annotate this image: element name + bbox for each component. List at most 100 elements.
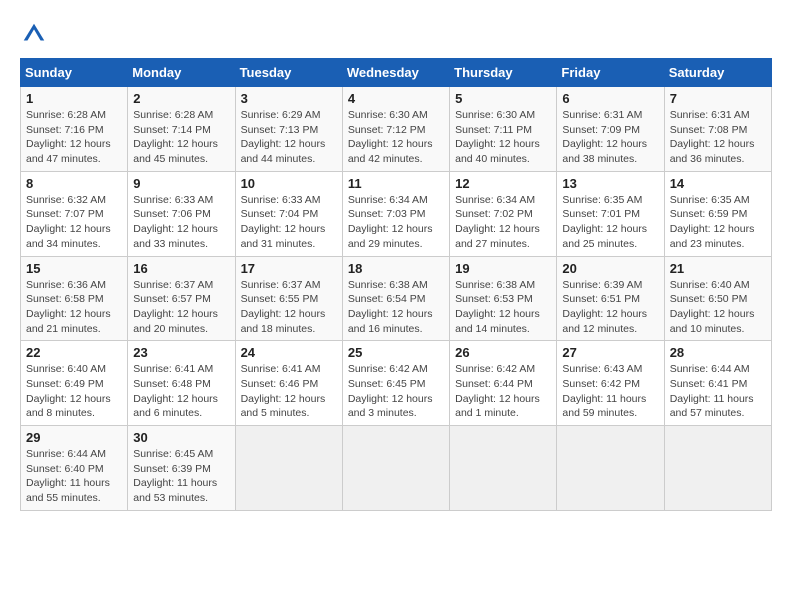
calendar-cell: 18 Sunrise: 6:38 AMSunset: 6:54 PMDayligh… <box>342 256 449 341</box>
day-info: Sunrise: 6:40 AMSunset: 6:50 PMDaylight:… <box>670 279 755 335</box>
day-number: 25 <box>348 345 444 360</box>
calendar-cell: 20 Sunrise: 6:39 AMSunset: 6:51 PMDayligh… <box>557 256 664 341</box>
calendar-week-5: 29 Sunrise: 6:44 AMSunset: 6:40 PMDayligh… <box>21 426 772 511</box>
calendar-cell: 12 Sunrise: 6:34 AMSunset: 7:02 PMDayligh… <box>450 171 557 256</box>
day-number: 21 <box>670 261 766 276</box>
calendar-cell <box>450 426 557 511</box>
weekday-header-saturday: Saturday <box>664 59 771 87</box>
day-info: Sunrise: 6:41 AMSunset: 6:46 PMDaylight:… <box>241 363 326 419</box>
day-info: Sunrise: 6:34 AMSunset: 7:03 PMDaylight:… <box>348 194 433 250</box>
day-info: Sunrise: 6:42 AMSunset: 6:45 PMDaylight:… <box>348 363 433 419</box>
calendar-week-4: 22 Sunrise: 6:40 AMSunset: 6:49 PMDayligh… <box>21 341 772 426</box>
day-info: Sunrise: 6:30 AMSunset: 7:12 PMDaylight:… <box>348 109 433 165</box>
calendar-week-2: 8 Sunrise: 6:32 AMSunset: 7:07 PMDaylight… <box>21 171 772 256</box>
logo <box>20 20 52 48</box>
day-number: 16 <box>133 261 229 276</box>
calendar-cell: 27 Sunrise: 6:43 AMSunset: 6:42 PMDayligh… <box>557 341 664 426</box>
calendar-table: SundayMondayTuesdayWednesdayThursdayFrid… <box>20 58 772 511</box>
calendar-cell: 23 Sunrise: 6:41 AMSunset: 6:48 PMDayligh… <box>128 341 235 426</box>
weekday-header-wednesday: Wednesday <box>342 59 449 87</box>
calendar-cell: 16 Sunrise: 6:37 AMSunset: 6:57 PMDayligh… <box>128 256 235 341</box>
day-info: Sunrise: 6:41 AMSunset: 6:48 PMDaylight:… <box>133 363 218 419</box>
day-number: 9 <box>133 176 229 191</box>
day-info: Sunrise: 6:40 AMSunset: 6:49 PMDaylight:… <box>26 363 111 419</box>
day-info: Sunrise: 6:44 AMSunset: 6:40 PMDaylight:… <box>26 448 110 504</box>
calendar-cell: 11 Sunrise: 6:34 AMSunset: 7:03 PMDayligh… <box>342 171 449 256</box>
day-number: 14 <box>670 176 766 191</box>
logo-icon <box>20 20 48 48</box>
day-number: 15 <box>26 261 122 276</box>
day-info: Sunrise: 6:43 AMSunset: 6:42 PMDaylight:… <box>562 363 646 419</box>
calendar-week-1: 1 Sunrise: 6:28 AMSunset: 7:16 PMDaylight… <box>21 87 772 172</box>
calendar-cell: 3Sunrise: 6:29 AMSunset: 7:13 PMDaylight… <box>235 87 342 172</box>
calendar-cell: 19Sunrise: 6:38 AMSunset: 6:53 PMDayligh… <box>450 256 557 341</box>
calendar-cell: 26 Sunrise: 6:42 AMSunset: 6:44 PMDayligh… <box>450 341 557 426</box>
calendar-cell: 22 Sunrise: 6:40 AMSunset: 6:49 PMDayligh… <box>21 341 128 426</box>
day-number: 1 <box>26 91 122 106</box>
day-number: 8 <box>26 176 122 191</box>
day-info: Sunrise: 6:32 AMSunset: 7:07 PMDaylight:… <box>26 194 111 250</box>
day-info: Sunrise: 6:33 AMSunset: 7:04 PMDaylight:… <box>241 194 326 250</box>
day-number: 11 <box>348 176 444 191</box>
calendar-cell: 28Sunrise: 6:44 AMSunset: 6:41 PMDayligh… <box>664 341 771 426</box>
weekday-header-friday: Friday <box>557 59 664 87</box>
day-number: 24 <box>241 345 337 360</box>
day-number: 20 <box>562 261 658 276</box>
day-info: Sunrise: 6:30 AMSunset: 7:11 PMDaylight:… <box>455 109 540 165</box>
day-info: Sunrise: 6:28 AMSunset: 7:16 PMDaylight:… <box>26 109 111 165</box>
day-info: Sunrise: 6:38 AMSunset: 6:54 PMDaylight:… <box>348 279 433 335</box>
day-number: 27 <box>562 345 658 360</box>
day-number: 6 <box>562 91 658 106</box>
day-number: 10 <box>241 176 337 191</box>
calendar-cell <box>557 426 664 511</box>
calendar-cell: 5 Sunrise: 6:30 AMSunset: 7:11 PMDaylight… <box>450 87 557 172</box>
day-info: Sunrise: 6:28 AMSunset: 7:14 PMDaylight:… <box>133 109 218 165</box>
calendar-cell: 4 Sunrise: 6:30 AMSunset: 7:12 PMDaylight… <box>342 87 449 172</box>
day-info: Sunrise: 6:35 AMSunset: 6:59 PMDaylight:… <box>670 194 755 250</box>
day-info: Sunrise: 6:34 AMSunset: 7:02 PMDaylight:… <box>455 194 540 250</box>
calendar-cell <box>664 426 771 511</box>
weekday-header-sunday: Sunday <box>21 59 128 87</box>
calendar-cell: 13Sunrise: 6:35 AMSunset: 7:01 PMDayligh… <box>557 171 664 256</box>
day-number: 28 <box>670 345 766 360</box>
weekday-header-tuesday: Tuesday <box>235 59 342 87</box>
calendar-cell: 29 Sunrise: 6:44 AMSunset: 6:40 PMDayligh… <box>21 426 128 511</box>
day-number: 30 <box>133 430 229 445</box>
calendar-cell: 30 Sunrise: 6:45 AMSunset: 6:39 PMDayligh… <box>128 426 235 511</box>
day-number: 23 <box>133 345 229 360</box>
calendar-cell: 24 Sunrise: 6:41 AMSunset: 6:46 PMDayligh… <box>235 341 342 426</box>
day-number: 19 <box>455 261 551 276</box>
calendar-cell: 7Sunrise: 6:31 AMSunset: 7:08 PMDaylight… <box>664 87 771 172</box>
day-info: Sunrise: 6:42 AMSunset: 6:44 PMDaylight:… <box>455 363 540 419</box>
calendar-cell: 21 Sunrise: 6:40 AMSunset: 6:50 PMDayligh… <box>664 256 771 341</box>
day-info: Sunrise: 6:36 AMSunset: 6:58 PMDaylight:… <box>26 279 111 335</box>
calendar-cell <box>342 426 449 511</box>
weekday-header-monday: Monday <box>128 59 235 87</box>
day-number: 29 <box>26 430 122 445</box>
day-number: 5 <box>455 91 551 106</box>
day-info: Sunrise: 6:29 AMSunset: 7:13 PMDaylight:… <box>241 109 326 165</box>
day-number: 22 <box>26 345 122 360</box>
day-info: Sunrise: 6:33 AMSunset: 7:06 PMDaylight:… <box>133 194 218 250</box>
calendar-cell: 6 Sunrise: 6:31 AMSunset: 7:09 PMDaylight… <box>557 87 664 172</box>
calendar-cell: 2 Sunrise: 6:28 AMSunset: 7:14 PMDaylight… <box>128 87 235 172</box>
day-number: 12 <box>455 176 551 191</box>
day-info: Sunrise: 6:37 AMSunset: 6:55 PMDaylight:… <box>241 279 326 335</box>
day-number: 2 <box>133 91 229 106</box>
day-info: Sunrise: 6:35 AMSunset: 7:01 PMDaylight:… <box>562 194 647 250</box>
calendar-cell: 25 Sunrise: 6:42 AMSunset: 6:45 PMDayligh… <box>342 341 449 426</box>
calendar-cell: 8 Sunrise: 6:32 AMSunset: 7:07 PMDaylight… <box>21 171 128 256</box>
day-number: 26 <box>455 345 551 360</box>
day-info: Sunrise: 6:45 AMSunset: 6:39 PMDaylight:… <box>133 448 217 504</box>
day-number: 4 <box>348 91 444 106</box>
day-info: Sunrise: 6:37 AMSunset: 6:57 PMDaylight:… <box>133 279 218 335</box>
calendar-cell: 10 Sunrise: 6:33 AMSunset: 7:04 PMDayligh… <box>235 171 342 256</box>
calendar-cell <box>235 426 342 511</box>
calendar-cell: 14 Sunrise: 6:35 AMSunset: 6:59 PMDayligh… <box>664 171 771 256</box>
calendar-cell: 17Sunrise: 6:37 AMSunset: 6:55 PMDayligh… <box>235 256 342 341</box>
page-header <box>20 20 772 48</box>
day-info: Sunrise: 6:31 AMSunset: 7:09 PMDaylight:… <box>562 109 647 165</box>
day-info: Sunrise: 6:39 AMSunset: 6:51 PMDaylight:… <box>562 279 647 335</box>
calendar-cell: 15 Sunrise: 6:36 AMSunset: 6:58 PMDayligh… <box>21 256 128 341</box>
day-number: 18 <box>348 261 444 276</box>
